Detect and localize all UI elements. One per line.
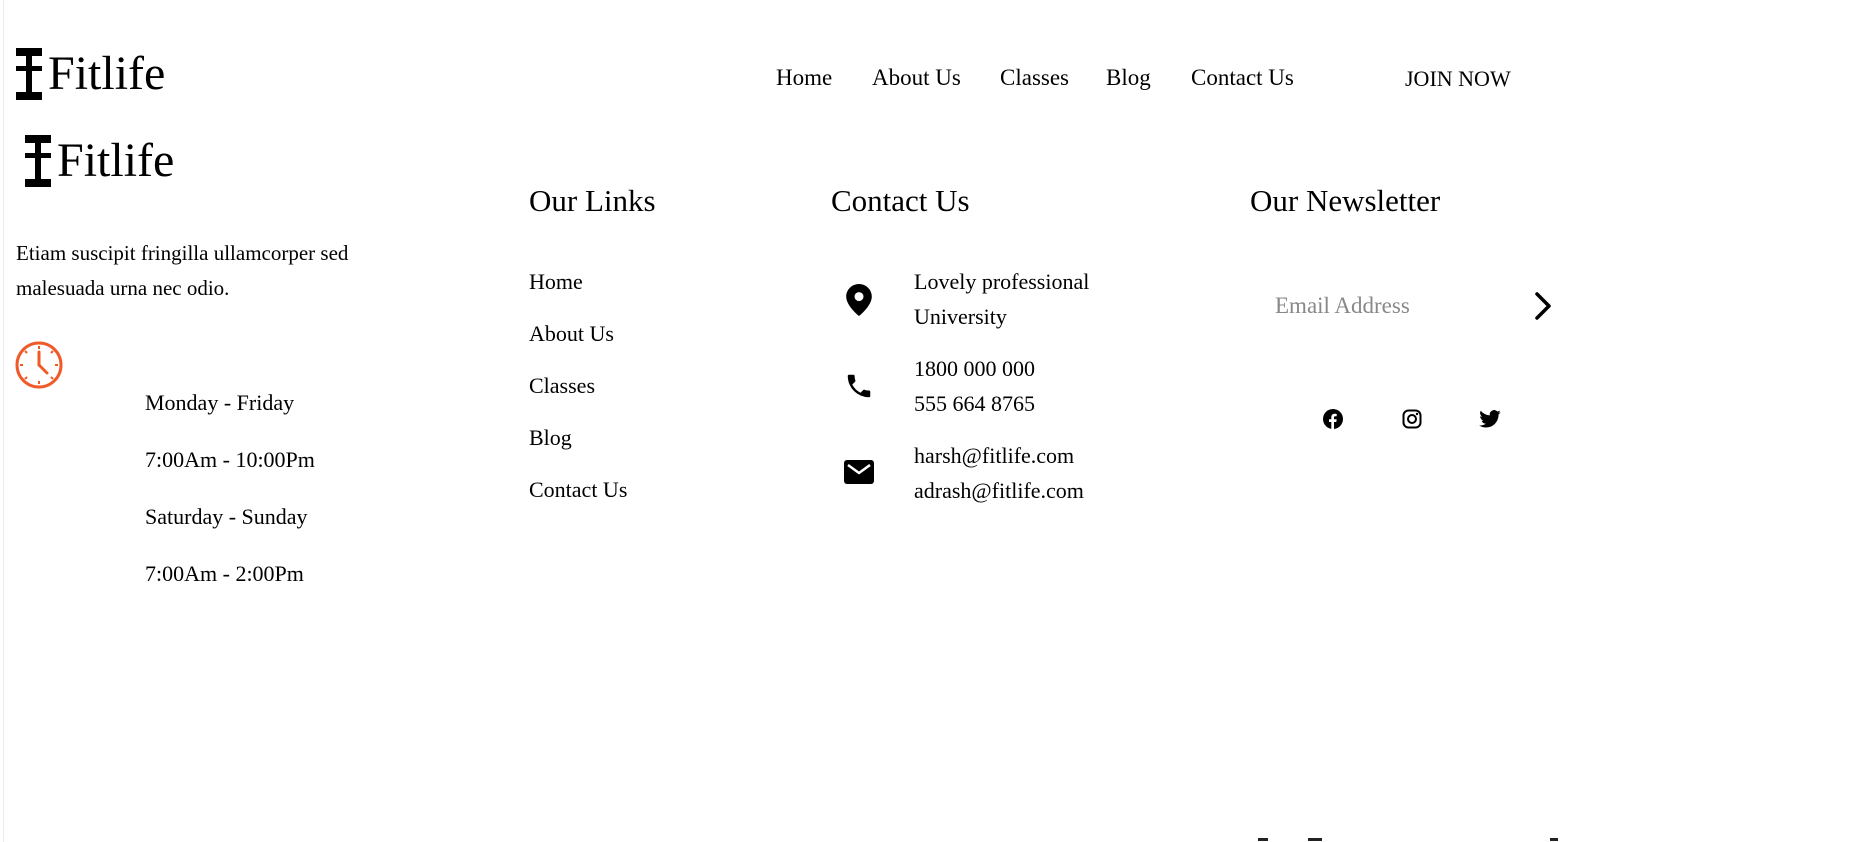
footer-link-classes[interactable]: Classes bbox=[529, 373, 595, 399]
newsletter-submit-button[interactable] bbox=[1532, 290, 1554, 322]
newsletter-email-input[interactable] bbox=[1275, 286, 1505, 326]
hours-weekday-label: Monday - Friday bbox=[145, 390, 295, 415]
clock-icon bbox=[14, 340, 64, 390]
contact-heading: Contact Us bbox=[831, 183, 970, 218]
contact-phone-1[interactable]: 1800 000 000 bbox=[914, 356, 1035, 382]
footer-link-about-us[interactable]: About Us bbox=[529, 321, 614, 347]
contact-address-line-2: University bbox=[914, 304, 1007, 329]
hours-weekend-label: Saturday - Sunday bbox=[145, 504, 308, 529]
dumbbell-icon bbox=[16, 48, 42, 100]
footer-link-contact-us[interactable]: Contact Us bbox=[529, 477, 627, 503]
footer-link-blog[interactable]: Blog bbox=[529, 425, 572, 451]
join-now-button[interactable]: JOIN NOW bbox=[1405, 66, 1511, 92]
footer-logo[interactable]: Fitlife bbox=[21, 135, 174, 187]
links-heading: Our Links bbox=[529, 183, 656, 218]
location-pin-icon bbox=[845, 284, 873, 316]
dumbbell-icon bbox=[25, 135, 51, 187]
nav-contact-us[interactable]: Contact Us bbox=[1191, 65, 1294, 91]
contact-phone-2[interactable]: 555 664 8765 bbox=[914, 391, 1035, 417]
contact-email-1[interactable]: harsh@fitlife.com bbox=[914, 443, 1074, 469]
header-logo[interactable]: Fitlife bbox=[12, 48, 165, 100]
nav-blog[interactable]: Blog bbox=[1106, 65, 1151, 91]
nav-about-us[interactable]: About Us bbox=[872, 65, 961, 91]
footer-link-home[interactable]: Home bbox=[529, 269, 583, 295]
phone-icon bbox=[843, 370, 875, 402]
contact-email-2[interactable]: adrash@fitlife.com bbox=[914, 478, 1084, 504]
twitter-icon[interactable] bbox=[1479, 408, 1501, 430]
chevron-right-icon bbox=[1535, 292, 1551, 320]
footer-brand-text: Fitlife bbox=[57, 134, 175, 187]
hours-weekday-time: 7:00Am - 10:00Pm bbox=[145, 447, 315, 472]
instagram-icon[interactable] bbox=[1401, 408, 1423, 430]
footer-description: Etiam suscipit fringilla ullamcorper sed… bbox=[16, 241, 349, 300]
contact-address-line-1: Lovely professional bbox=[914, 269, 1090, 294]
header-brand-text: Fitlife bbox=[48, 47, 166, 100]
nav-classes[interactable]: Classes bbox=[1000, 65, 1069, 91]
hours-weekend-time: 7:00Am - 2:00Pm bbox=[145, 561, 304, 586]
facebook-icon[interactable] bbox=[1322, 408, 1344, 430]
mail-icon bbox=[843, 458, 875, 486]
bottom-cutoff-text bbox=[1250, 834, 1570, 842]
nav-home[interactable]: Home bbox=[776, 65, 832, 91]
page-edge bbox=[3, 0, 4, 842]
newsletter-heading: Our Newsletter bbox=[1250, 183, 1441, 218]
